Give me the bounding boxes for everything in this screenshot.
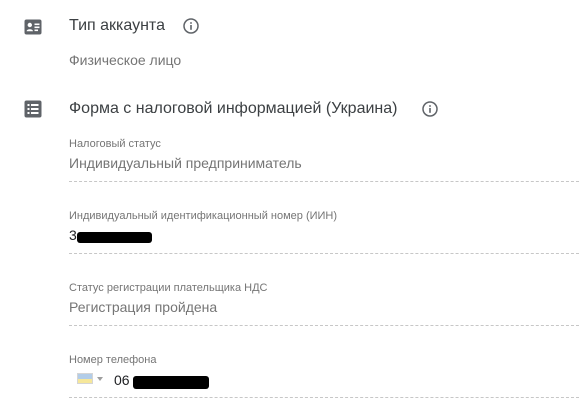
redaction-mark <box>133 376 209 389</box>
tax-status-field[interactable]: Налоговый статус Индивидуальный предприн… <box>69 137 579 183</box>
tax-status-label: Налоговый статус <box>69 138 161 150</box>
account-type-title: Тип аккаунта <box>69 17 165 34</box>
field-underline <box>69 397 579 398</box>
field-underline <box>69 181 579 182</box>
account-card-icon <box>24 19 42 35</box>
inn-field[interactable]: Индивидуальный идентификационный номер (… <box>69 209 579 255</box>
list-icon <box>24 100 42 118</box>
info-icon[interactable] <box>183 18 199 34</box>
phone-label: Номер телефона <box>69 354 157 366</box>
vat-status-label: Статус регистрации плательщика НДС <box>69 282 268 294</box>
field-underline <box>69 253 579 254</box>
vat-status-value: Регистрация пройдена <box>69 299 218 315</box>
account-type-value: Физическое лицо <box>69 52 182 68</box>
chevron-down-icon[interactable] <box>97 377 103 381</box>
redaction-mark <box>77 232 152 243</box>
tax-status-value: Индивидуальный предприниматель <box>69 155 302 171</box>
ukraine-flag-icon[interactable] <box>77 373 93 384</box>
info-icon[interactable] <box>422 101 438 117</box>
phone-field[interactable]: Номер телефона 06 <box>69 353 579 399</box>
phone-value[interactable]: 06 <box>114 371 130 389</box>
field-underline <box>69 325 579 326</box>
vat-status-field[interactable]: Статус регистрации плательщика НДС Регис… <box>69 281 579 327</box>
inn-label: Индивидуальный идентификационный номер (… <box>69 210 338 222</box>
tax-form-title: Форма с налоговой информацией (Украина) <box>69 100 398 117</box>
